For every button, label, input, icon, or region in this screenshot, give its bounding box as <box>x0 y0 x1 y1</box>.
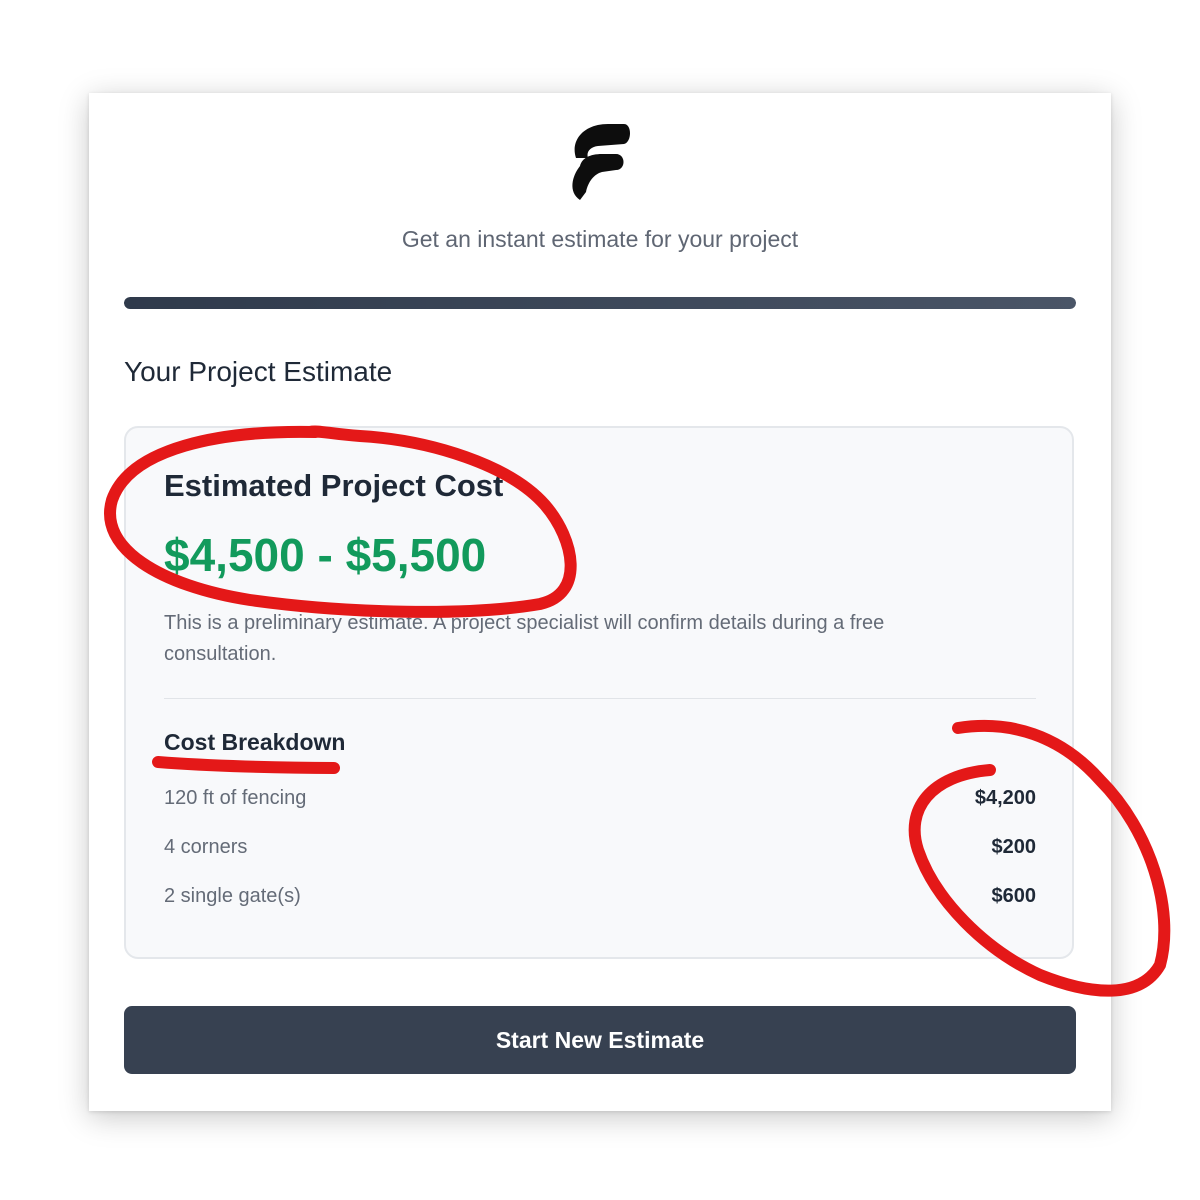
breakdown-row: 2 single gate(s) $600 <box>164 885 1036 908</box>
cost-range: $4,500 - $5,500 <box>164 529 487 581</box>
breakdown-row-label: 4 corners <box>164 836 248 858</box>
progress-bar <box>124 297 1076 309</box>
disclaimer-text: This is a preliminary estimate. A projec… <box>164 612 885 665</box>
breakdown-row-value: $4,200 <box>974 787 1036 809</box>
start-new-estimate-button[interactable]: Start New Estimate <box>124 1006 1076 1074</box>
breakdown-row-label: 2 single gate(s) <box>164 885 301 907</box>
breakdown-title: Cost Breakdown <box>164 729 346 755</box>
breakdown-row-label: 120 ft of fencing <box>164 787 307 809</box>
tagline: Get an instant estimate for your project <box>401 226 799 252</box>
divider <box>164 698 1036 699</box>
breakdown-row-value: $200 <box>991 836 1037 858</box>
stylized-f-logo-icon <box>572 124 630 200</box>
estimate-result-panel <box>124 426 1074 959</box>
breakdown-row-value: $600 <box>991 885 1037 907</box>
cost-label: Estimated Project Cost <box>164 468 504 503</box>
breakdown-row: 120 ft of fencing $4,200 <box>164 787 1036 810</box>
progress-bar-fill <box>124 297 1076 309</box>
breakdown-row: 4 corners $200 <box>164 836 1036 859</box>
section-title: Your Project Estimate <box>124 356 393 387</box>
